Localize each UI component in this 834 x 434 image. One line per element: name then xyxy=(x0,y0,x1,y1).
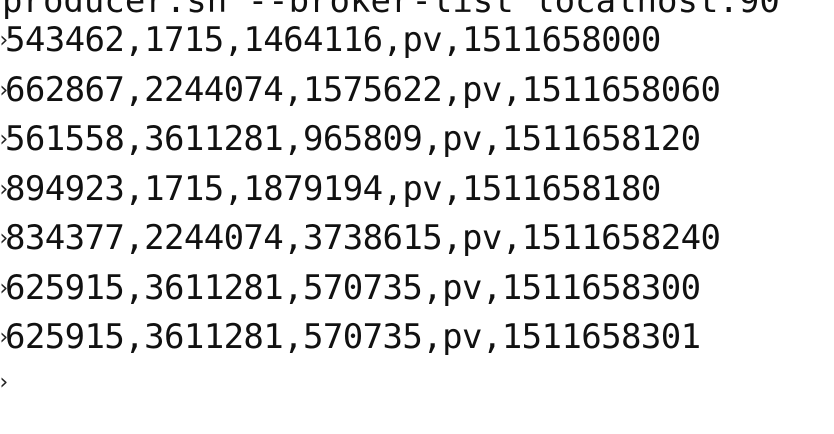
output-line: ›834377,2244074,3738615,pv,1511658240 xyxy=(0,214,834,264)
output-line: ›561558,3611281,965809,pv,1511658120 xyxy=(0,115,834,165)
output-line-text: 561558,3611281,965809,pv,1511658120 xyxy=(5,119,701,159)
output-line-text: 834377,2244074,3738615,pv,1511658240 xyxy=(5,218,721,258)
output-line: ›894923,1715,1879194,pv,1511658180 xyxy=(0,165,834,215)
output-line: ›625915,3611281,570735,pv,1511658300 xyxy=(0,264,834,314)
output-line-text: 894923,1715,1879194,pv,1511658180 xyxy=(5,168,661,209)
terminal-window[interactable]: producer.sh --broker-list localhost:90 ›… xyxy=(0,0,834,434)
input-prompt-icon[interactable]: › xyxy=(0,368,10,398)
output-line-text: 662867,2244074,1575622,pv,1511658060 xyxy=(5,69,721,110)
output-lines: ›543462,1715,1464116,pv,1511658000 ›6628… xyxy=(0,16,834,363)
output-line: ›625915,3611281,570735,pv,1511658301 xyxy=(0,313,834,363)
output-line-text: 543462,1715,1464116,pv,1511658000 xyxy=(5,20,661,60)
output-line-text: 625915,3611281,570735,pv,1511658301 xyxy=(5,317,701,357)
output-line: ›662867,2244074,1575622,pv,1511658060 xyxy=(0,66,834,116)
output-line: ›543462,1715,1464116,pv,1511658000 xyxy=(0,16,834,66)
output-line-text: 625915,3611281,570735,pv,1511658300 xyxy=(5,267,701,308)
